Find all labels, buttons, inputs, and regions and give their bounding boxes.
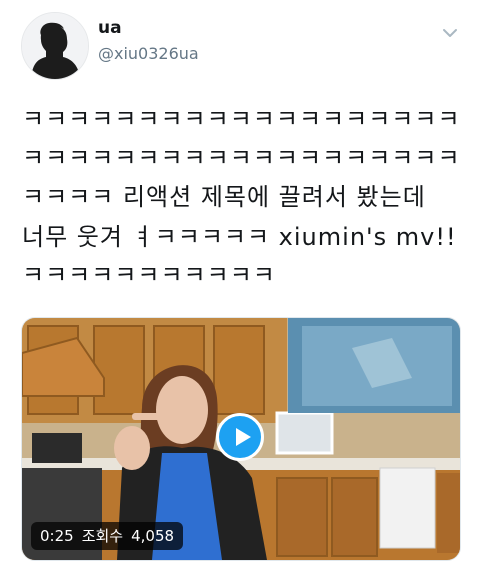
user-handle[interactable]: @xiu0326ua (98, 44, 199, 63)
chevron-down-icon[interactable] (442, 24, 458, 37)
views-count: 4,058 (131, 527, 175, 545)
tweet-text-line: ㅋㅋㅋㅋㅋㅋㅋㅋㅋㅋㅋㅋㅋㅋㅋㅋㅋㅋㅋ (22, 144, 461, 172)
tweet-text-line: ㅋㅋㅋㅋ 리액션 제목에 끌려서 봤는데 (22, 183, 426, 211)
tweet-text-line: ㅋㅋㅋㅋㅋㅋㅋㅋㅋㅋㅋㅋㅋㅋㅋㅋㅋㅋㅋ (22, 105, 461, 133)
views-label: 조회수 (81, 527, 124, 545)
tweet-text-line: 너무 웃겨 ㅕㅋㅋㅋㅋㅋ xiumin's mv!! (22, 223, 457, 251)
display-name[interactable]: ua (98, 18, 122, 38)
tweet-text-line: ㅋㅋㅋㅋㅋㅋㅋㅋㅋㅋㅋ (22, 261, 276, 289)
play-icon (236, 428, 251, 446)
play-button[interactable] (216, 413, 264, 461)
video-duration: 0:25 (40, 527, 74, 545)
video-stats-badge: 0:25 조회수 4,058 (31, 522, 184, 550)
avatar[interactable] (21, 12, 89, 80)
silhouette-avatar-icon (22, 13, 88, 79)
